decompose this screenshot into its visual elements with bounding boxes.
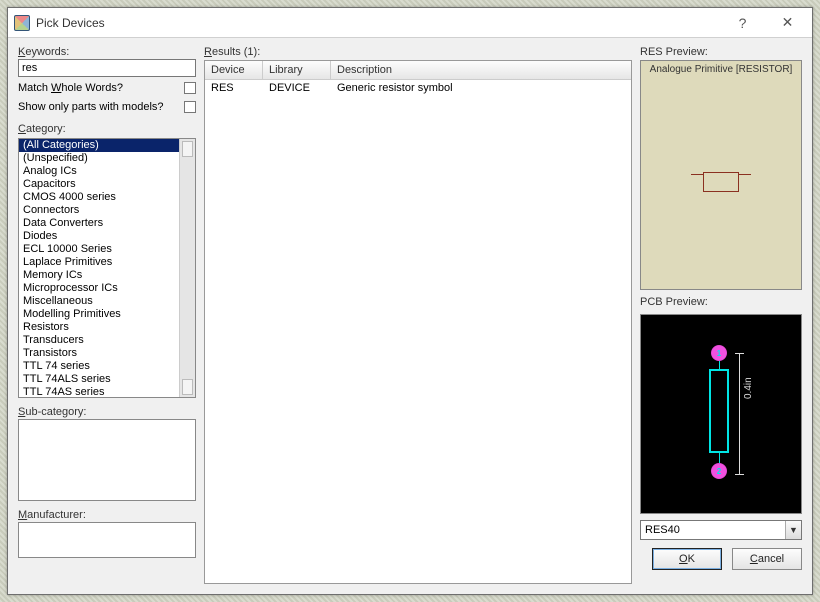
- category-item[interactable]: (Unspecified): [19, 152, 179, 165]
- res-preview-title: Analogue Primitive [RESISTOR]: [641, 61, 801, 75]
- subcategory-label: Sub-category:: [18, 406, 196, 419]
- ok-button[interactable]: OK: [652, 548, 722, 570]
- category-item[interactable]: TTL 74 series: [19, 360, 179, 373]
- manufacturer-label: Manufacturer:: [18, 509, 196, 522]
- grid-header: Device Library Description: [205, 61, 631, 80]
- subcategory-list[interactable]: [18, 419, 196, 501]
- category-item[interactable]: ECL 10000 Series: [19, 243, 179, 256]
- category-scrollbar[interactable]: [179, 139, 195, 397]
- table-row[interactable]: RESDEVICEGeneric resistor symbol: [205, 80, 631, 96]
- results-panel: Results (1): Device Library Description …: [204, 46, 632, 584]
- dialog-body: Keywords: Match Whole Words? Show only p…: [8, 38, 812, 594]
- window-title: Pick Devices: [36, 16, 720, 30]
- close-button[interactable]: ✕: [765, 9, 810, 37]
- cancel-button[interactable]: Cancel: [732, 548, 802, 570]
- pcb-dimension: 0.4in: [743, 377, 754, 399]
- footprint-dropdown[interactable]: RES40 ▼: [640, 520, 802, 540]
- col-library[interactable]: Library: [263, 61, 331, 79]
- category-item[interactable]: Analog ICs: [19, 165, 179, 178]
- button-row: OK Cancel: [640, 548, 802, 570]
- pcb-pad-2: 2: [711, 463, 727, 479]
- pcb-body: [709, 369, 729, 453]
- resistor-symbol: [693, 172, 749, 178]
- category-item[interactable]: Microprocessor ICs: [19, 282, 179, 295]
- category-item[interactable]: Miscellaneous: [19, 295, 179, 308]
- category-item[interactable]: Data Converters: [19, 217, 179, 230]
- col-description[interactable]: Description: [331, 61, 631, 79]
- category-item[interactable]: CMOS 4000 series: [19, 191, 179, 204]
- results-grid[interactable]: Device Library Description RESDEVICEGene…: [204, 60, 632, 584]
- category-item[interactable]: Transistors: [19, 347, 179, 360]
- category-item[interactable]: TTL 74ALS series: [19, 373, 179, 386]
- col-device[interactable]: Device: [205, 61, 263, 79]
- footprint-selected: RES40: [645, 524, 680, 536]
- category-item[interactable]: Memory ICs: [19, 269, 179, 282]
- category-item[interactable]: (All Categories): [19, 139, 179, 152]
- results-label: Results (1):: [204, 46, 632, 60]
- category-item[interactable]: Resistors: [19, 321, 179, 334]
- category-list[interactable]: (All Categories)(Unspecified)Analog ICsC…: [18, 138, 196, 398]
- preview-panel: RES Preview: Analogue Primitive [RESISTO…: [640, 46, 802, 584]
- app-icon: [14, 15, 30, 31]
- category-item[interactable]: Diodes: [19, 230, 179, 243]
- dropdown-icon[interactable]: ▼: [785, 521, 801, 539]
- help-button[interactable]: ?: [720, 9, 765, 37]
- category-item[interactable]: Capacitors: [19, 178, 179, 191]
- pcb-preview-label: PCB Preview:: [640, 296, 802, 310]
- manufacturer-list[interactable]: [18, 522, 196, 558]
- category-label: Category:: [18, 123, 196, 136]
- pcb-preview: 1 2 0.4in: [640, 314, 802, 514]
- res-preview-label: RES Preview:: [640, 46, 802, 60]
- left-panel: Keywords: Match Whole Words? Show only p…: [18, 46, 196, 584]
- pcb-pad-1: 1: [711, 345, 727, 361]
- res-preview: Analogue Primitive [RESISTOR]: [640, 60, 802, 290]
- keywords-label: Keywords:: [18, 46, 196, 59]
- category-item[interactable]: Modelling Primitives: [19, 308, 179, 321]
- show-models-row: Show only parts with models?: [18, 99, 196, 115]
- category-item[interactable]: TTL 74AS series: [19, 386, 179, 397]
- title-bar: Pick Devices ? ✕: [8, 8, 812, 38]
- match-whole-checkbox[interactable]: [184, 82, 196, 94]
- show-models-checkbox[interactable]: [184, 101, 196, 113]
- category-item[interactable]: Connectors: [19, 204, 179, 217]
- keywords-input[interactable]: [18, 59, 196, 77]
- pick-devices-dialog: Pick Devices ? ✕ Keywords: Match Whole W…: [7, 7, 813, 595]
- match-whole-row: Match Whole Words?: [18, 80, 196, 96]
- category-item[interactable]: Laplace Primitives: [19, 256, 179, 269]
- category-item[interactable]: Transducers: [19, 334, 179, 347]
